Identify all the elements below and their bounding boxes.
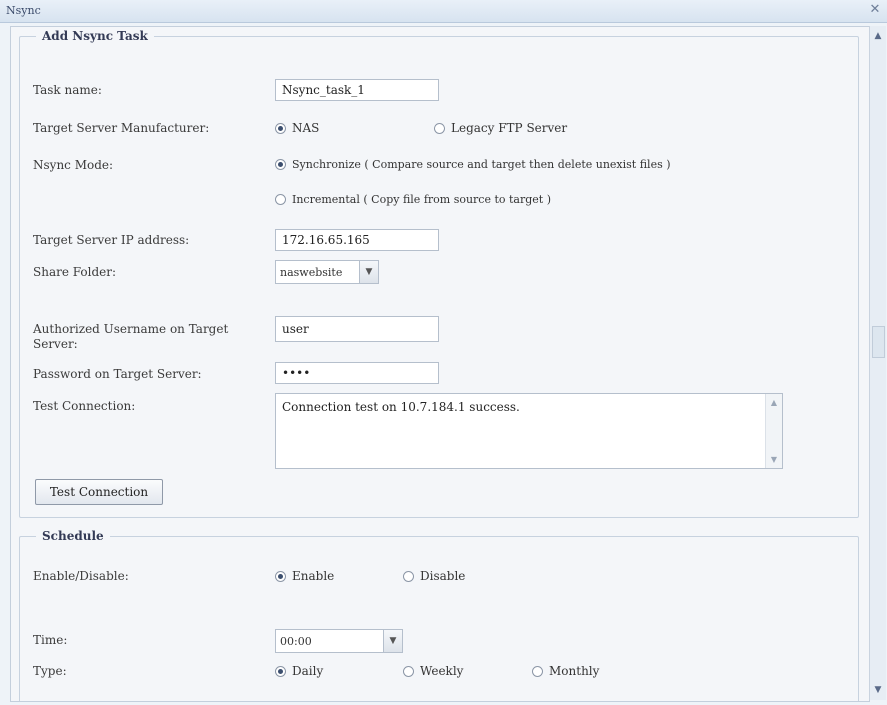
manufacturer-ftp-radio[interactable]: Legacy FTP Server xyxy=(434,121,567,135)
radio-checked-icon xyxy=(275,570,286,582)
radio-unchecked-icon xyxy=(403,665,414,677)
password-label: Password on Target Server: xyxy=(33,367,202,381)
username-input[interactable]: user xyxy=(275,316,439,342)
close-icon[interactable]: ✕ xyxy=(867,2,883,18)
time-select[interactable]: 00:00 ▼ xyxy=(275,629,403,653)
type-daily-radio[interactable]: Daily xyxy=(275,664,323,678)
mode-incremental-radio[interactable]: Incremental ( Copy file from source to t… xyxy=(275,193,551,206)
manufacturer-nas-radio[interactable]: NAS xyxy=(275,121,319,135)
scroll-up-icon[interactable]: ▲ xyxy=(766,398,782,407)
window-titlebar: Nsync ✕ xyxy=(0,0,887,23)
mode-label: Nsync Mode: xyxy=(33,158,114,172)
radio-checked-icon xyxy=(275,122,286,134)
textarea-scrollbar[interactable]: ▲ ▼ xyxy=(765,394,782,468)
chevron-down-icon[interactable]: ▼ xyxy=(383,630,402,652)
username-label: Authorized Username on Target Server: xyxy=(33,322,229,351)
time-label: Time: xyxy=(33,633,68,647)
main-scrollbar[interactable]: ▲ ▼ xyxy=(869,26,886,700)
scroll-down-icon[interactable]: ▼ xyxy=(766,455,782,464)
share-folder-select[interactable]: naswebsite ▼ xyxy=(275,260,379,284)
share-folder-value: naswebsite xyxy=(280,266,343,279)
manufacturer-nas-label: NAS xyxy=(292,121,320,135)
radio-unchecked-icon xyxy=(275,194,286,205)
radio-unchecked-icon xyxy=(532,665,543,677)
schedule-legend: Schedule xyxy=(42,529,104,543)
radio-unchecked-icon xyxy=(403,570,414,582)
type-daily-label: Daily xyxy=(292,664,324,678)
share-folder-label: Share Folder: xyxy=(33,265,117,279)
type-monthly-label: Monthly xyxy=(549,664,600,678)
enable-disable-label: Enable/Disable: xyxy=(33,569,129,583)
task-name-label: Task name: xyxy=(33,83,102,97)
schedule-enable-radio[interactable]: Enable xyxy=(275,569,334,583)
task-name-input[interactable]: Nsync_task_1 xyxy=(275,79,439,101)
ip-input[interactable]: 172.16.65.165 xyxy=(275,229,439,251)
type-weekly-label: Weekly xyxy=(420,664,464,678)
test-connection-label: Test Connection: xyxy=(33,399,136,413)
scroll-up-icon[interactable]: ▲ xyxy=(870,28,886,44)
radio-unchecked-icon xyxy=(434,122,445,134)
mode-incremental-label: Incremental ( Copy file from source to t… xyxy=(292,193,552,206)
test-result-text: Connection test on 10.7.184.1 success. xyxy=(282,400,520,414)
dialog-content: Add Nsync Task Task name: Nsync_task_1 T… xyxy=(10,26,870,702)
test-connection-button[interactable]: Test Connection xyxy=(35,479,163,505)
chevron-down-icon[interactable]: ▼ xyxy=(359,261,378,283)
schedule-disable-label: Disable xyxy=(420,569,466,583)
ip-label: Target Server IP address: xyxy=(33,233,190,247)
mode-synchronize-radio[interactable]: Synchronize ( Compare source and target … xyxy=(275,158,671,171)
manufacturer-label: Target Server Manufacturer: xyxy=(33,121,210,135)
password-input[interactable]: •••• xyxy=(275,362,439,384)
type-label: Type: xyxy=(33,664,67,678)
type-weekly-radio[interactable]: Weekly xyxy=(403,664,463,678)
window-title: Nsync xyxy=(6,4,41,17)
mode-synchronize-label: Synchronize ( Compare source and target … xyxy=(292,158,671,171)
add-task-legend: Add Nsync Task xyxy=(42,29,148,43)
schedule-enable-label: Enable xyxy=(292,569,335,583)
schedule-disable-radio[interactable]: Disable xyxy=(403,569,465,583)
scroll-down-icon[interactable]: ▼ xyxy=(870,682,886,698)
scrollbar-thumb[interactable] xyxy=(872,326,885,358)
radio-checked-icon xyxy=(275,159,286,170)
type-monthly-radio[interactable]: Monthly xyxy=(532,664,599,678)
manufacturer-ftp-label: Legacy FTP Server xyxy=(451,121,568,135)
test-result-textarea[interactable]: Connection test on 10.7.184.1 success. ▲… xyxy=(275,393,783,469)
radio-checked-icon xyxy=(275,665,286,677)
time-value: 00:00 xyxy=(280,635,312,648)
